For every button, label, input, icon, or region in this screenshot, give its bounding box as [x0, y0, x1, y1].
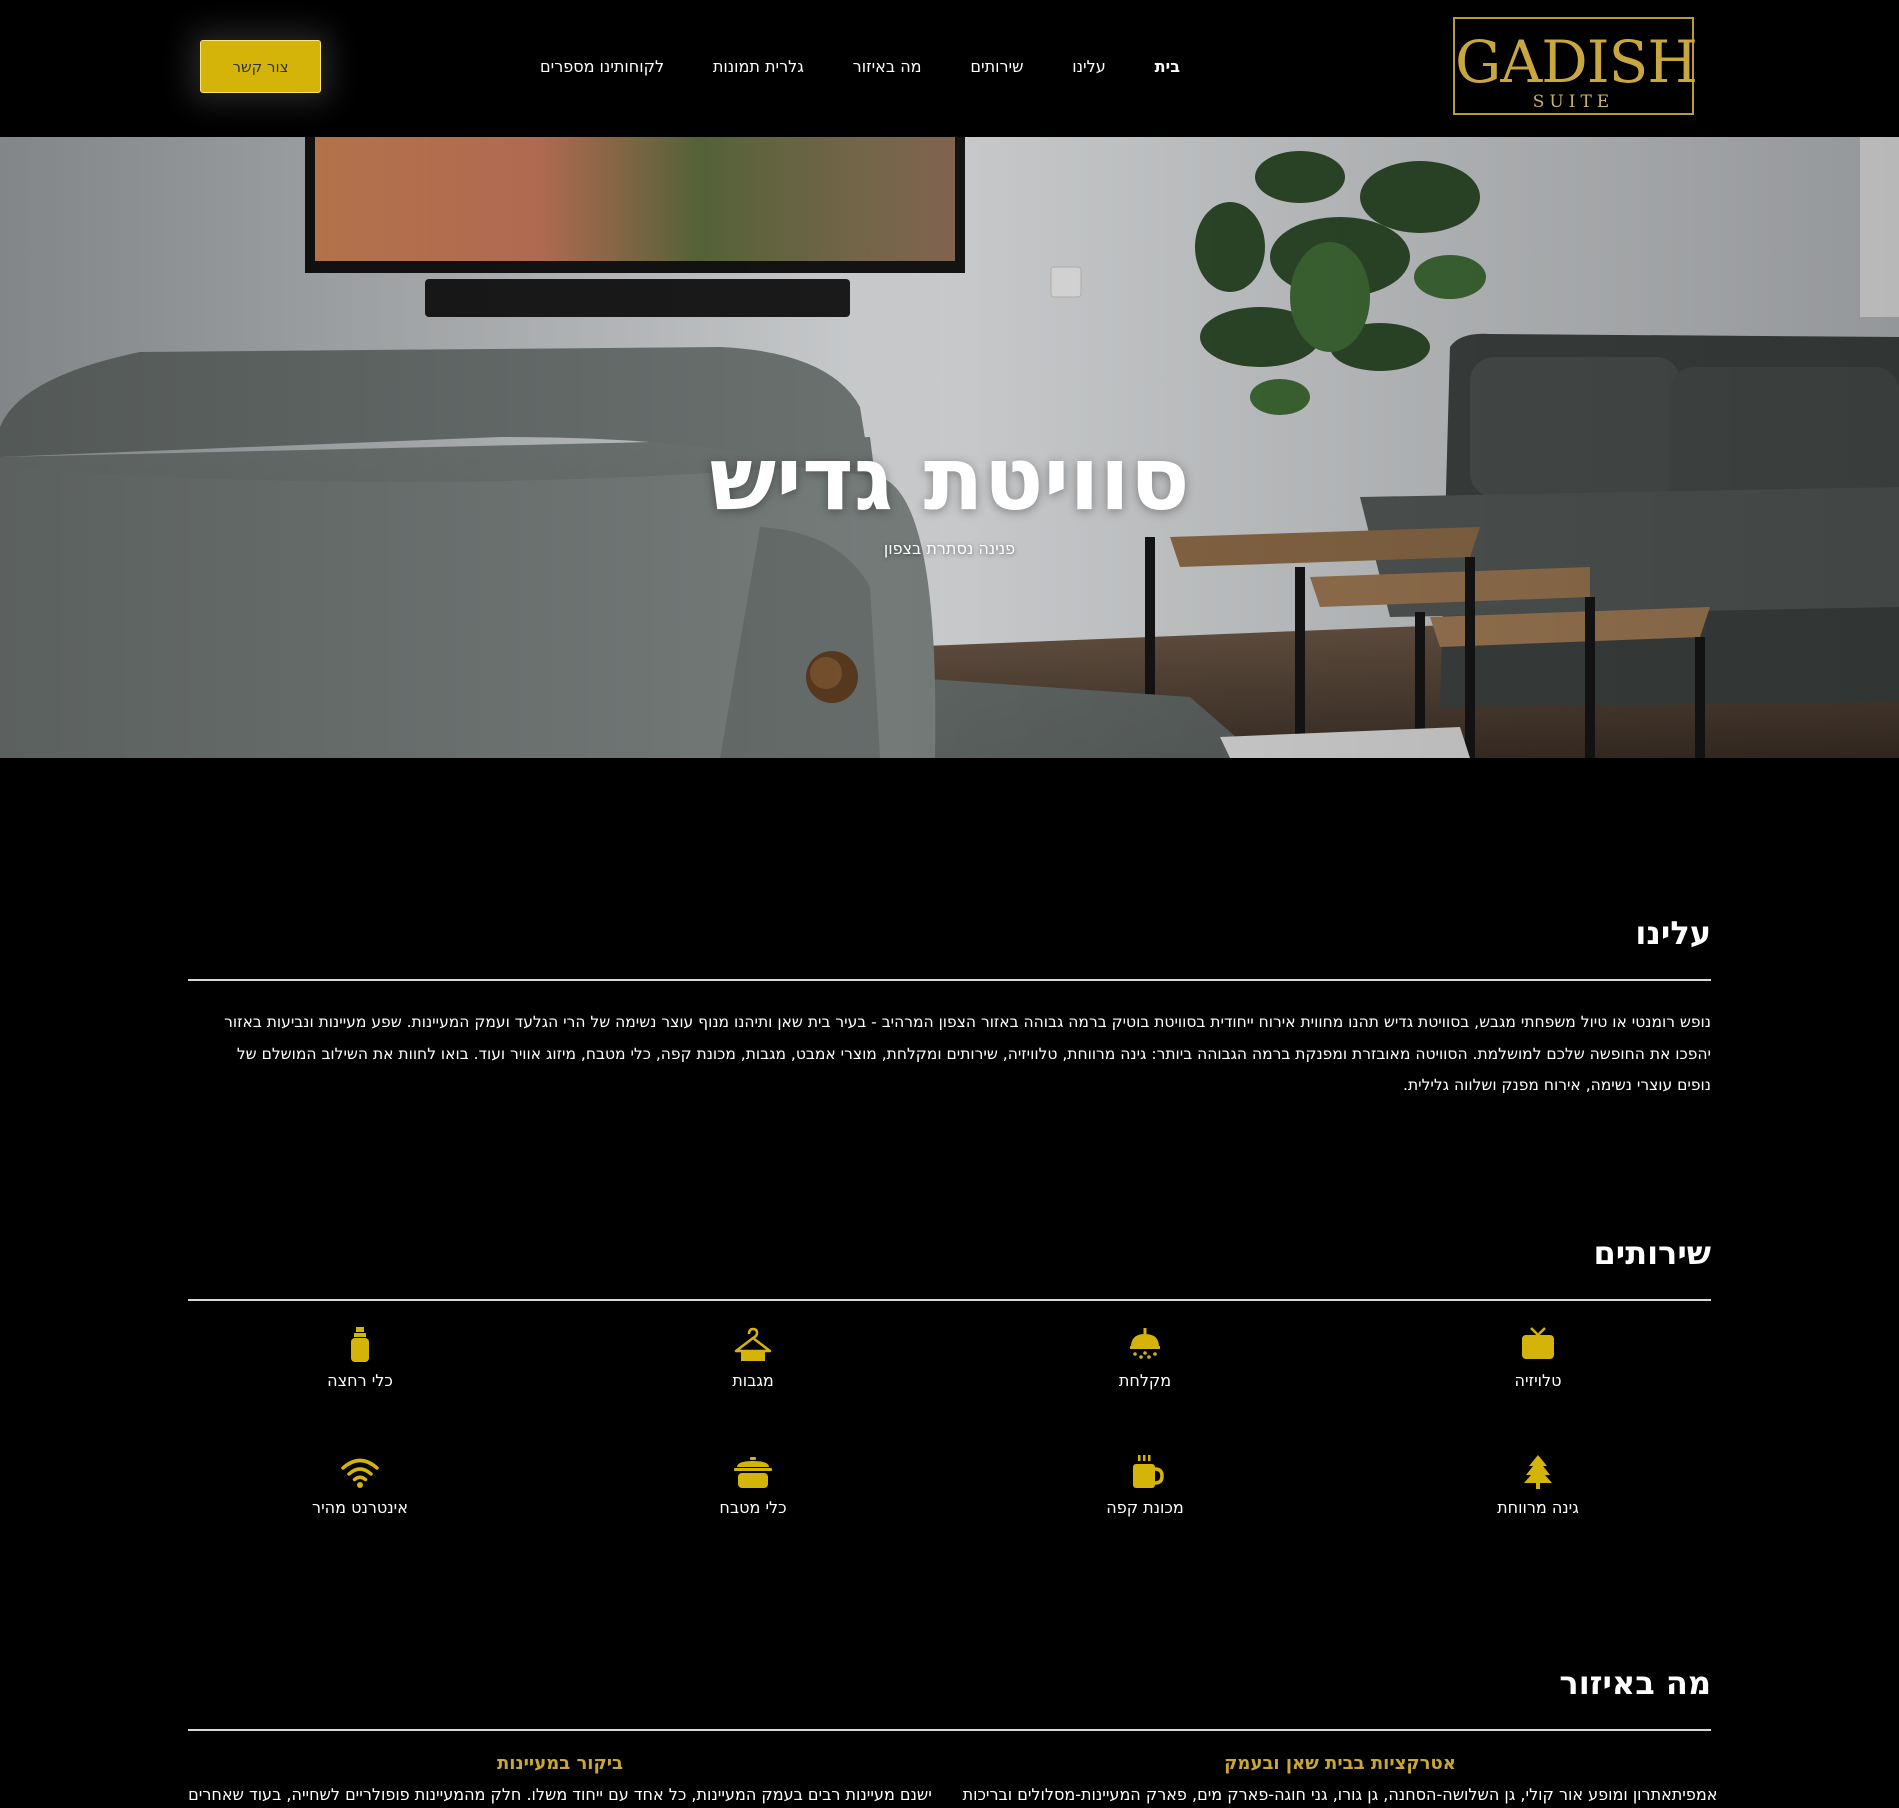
hero-subtitle: פנינה נסתרת בצפון — [883, 539, 1016, 558]
service-wifi: אינטרנט מהיר — [240, 1452, 480, 1517]
service-kitchenware: כלי מטבח — [633, 1452, 873, 1517]
area-title: מה באיזור — [1559, 1664, 1711, 1702]
nav-item-services[interactable]: שירותים — [970, 57, 1023, 76]
area-item-text: ישנם מעיינות רבים בעמק המעיינות, כל אחד … — [188, 1785, 932, 1804]
nav-item-about[interactable]: עלינו — [1072, 57, 1105, 76]
service-tv: טלויזיה — [1418, 1325, 1658, 1390]
wifi-icon — [341, 1458, 379, 1488]
about-text: נופש רומנטי או טיול משפחתי מגבש, בסוויטת… — [224, 1013, 1711, 1094]
about-title: עלינו — [1635, 914, 1711, 952]
service-coffee-machine: מכונת קפה — [1025, 1452, 1265, 1517]
tv-icon — [1522, 1327, 1554, 1359]
service-label: מגבות — [732, 1371, 774, 1390]
nav-item-home[interactable]: בית — [1155, 57, 1180, 76]
service-towels: מגבות — [633, 1325, 873, 1390]
nav-item-gallery[interactable]: גלרית תמונות — [713, 57, 804, 76]
service-label: כלי מטבח — [719, 1498, 787, 1517]
hero-section: סוויטת גדיש פנינה נסתרת בצפון — [0, 137, 1899, 758]
site-header: GADISH SUITE בית עלינו שירותים מה באיזור… — [0, 0, 1899, 137]
logo-main-text: GADISH — [1455, 28, 1698, 96]
coffee-mug-icon — [1133, 1455, 1164, 1488]
services-title: שירותים — [1593, 1234, 1712, 1272]
services-divider — [188, 1299, 1711, 1301]
hanger-icon — [734, 1327, 772, 1361]
nav-item-area[interactable]: מה באיזור — [853, 57, 922, 76]
main-nav: בית עלינו שירותים מה באיזור גלרית תמונות… — [540, 52, 1180, 80]
gadish-suite-logo[interactable]: GADISH SUITE — [1453, 17, 1698, 115]
toiletries-icon — [351, 1327, 369, 1362]
about-divider — [188, 979, 1711, 981]
service-label: אינטרנט מהיר — [312, 1498, 408, 1517]
contact-button[interactable]: צור קשר — [200, 40, 321, 93]
service-label: מקלחת — [1118, 1371, 1172, 1390]
nav-item-testimonials[interactable]: לקוחותינו מספרים — [540, 57, 664, 76]
area-divider — [188, 1729, 1711, 1731]
service-garden: גינה מרווחת — [1418, 1452, 1658, 1517]
cooking-pot-icon — [734, 1457, 772, 1488]
area-item-heading: ביקור במעיינות — [496, 1753, 624, 1774]
tree-icon — [1524, 1455, 1552, 1489]
service-toiletries: כלי רחצה — [240, 1325, 480, 1390]
service-label: גינה מרווחת — [1497, 1498, 1579, 1517]
area-item-heading: אטרקציות בבית שאן ובעמק — [1224, 1753, 1456, 1774]
service-shower: מקלחת — [1025, 1325, 1265, 1390]
service-label: טלויזיה — [1514, 1371, 1562, 1390]
hero-title: סוויטת גדיש — [709, 427, 1190, 530]
area-item-text: אמפיתאתרון ומופע אור קולי, גן השלושה-הסח… — [962, 1785, 1718, 1804]
service-label: כלי רחצה — [327, 1371, 393, 1390]
service-label: מכונת קפה — [1106, 1498, 1184, 1517]
shower-icon — [1130, 1328, 1160, 1359]
